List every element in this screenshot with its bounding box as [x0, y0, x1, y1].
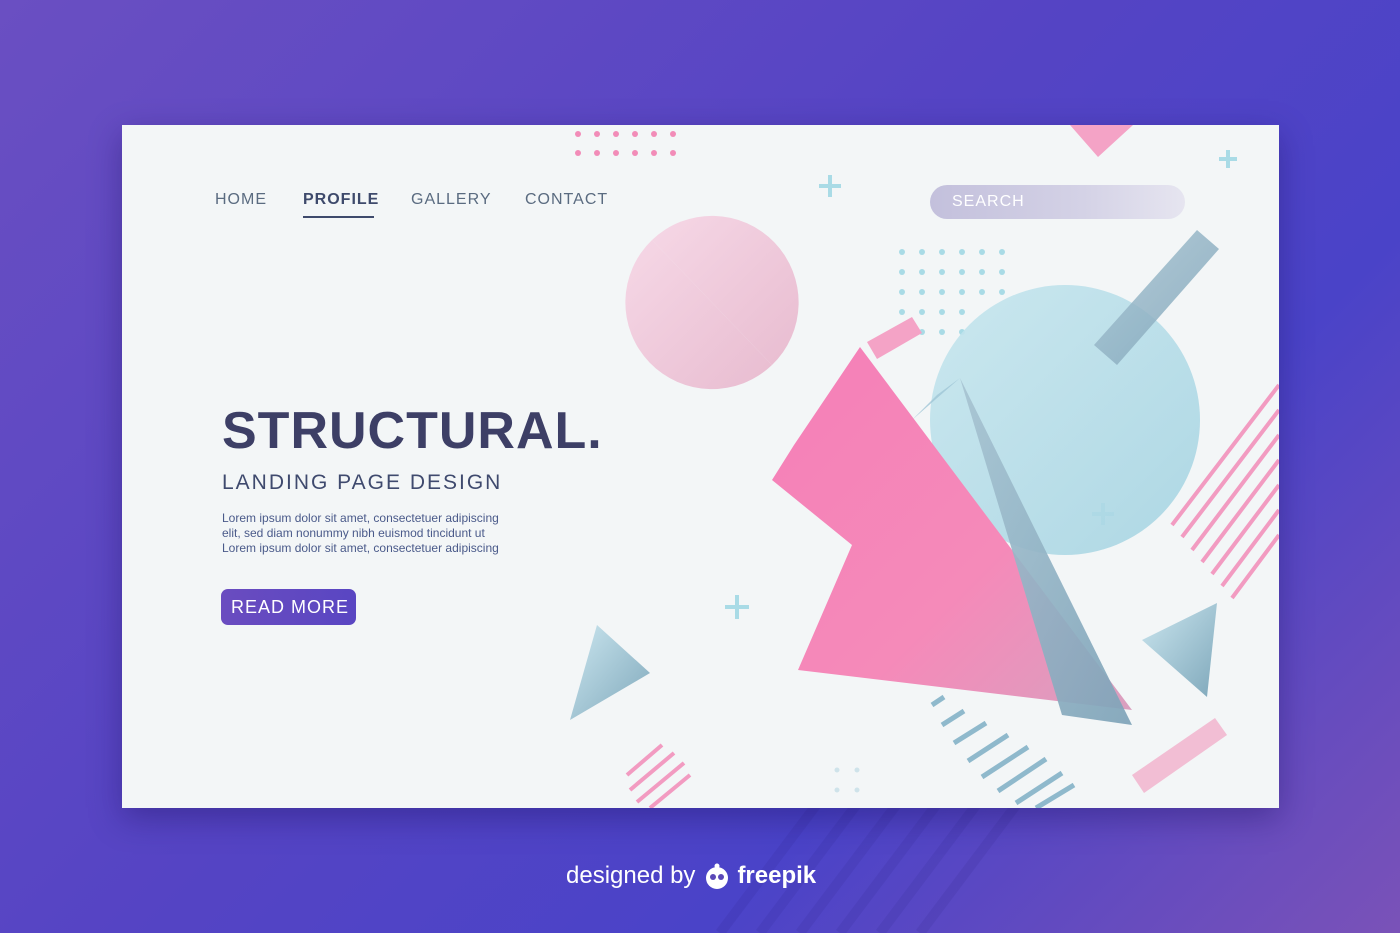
pink-triangle-top — [1070, 125, 1133, 157]
read-more-button[interactable]: READ MORE — [221, 589, 356, 625]
dot-grid-pink — [575, 131, 676, 156]
pink-stripes-bottom — [625, 743, 692, 808]
nav-contact[interactable]: CONTACT — [525, 191, 608, 209]
blue-stripes-bottom — [930, 694, 1076, 808]
freepik-logo-icon — [706, 863, 729, 889]
hero-title: STRUCTURAL. — [222, 402, 603, 460]
nav-gallery[interactable]: GALLERY — [411, 191, 492, 209]
nav-home[interactable]: HOME — [215, 191, 267, 209]
search-input[interactable]: SEARCH — [930, 185, 1185, 219]
hero-body-text: Lorem ipsum dolor sit amet, consectetuer… — [222, 511, 522, 556]
nav-active-underline — [303, 216, 374, 218]
blue-triangle-right — [1142, 603, 1217, 697]
body-line: elit, sed diam nonummy nibh euismod tinc… — [222, 526, 485, 540]
attribution-brand: freepik — [737, 862, 817, 889]
landing-card: HOME PROFILE GALLERY CONTACT SEARCH STRU… — [122, 125, 1279, 808]
attribution-prefix: designed by — [566, 862, 696, 889]
body-line: Lorem ipsum dolor sit amet, consectetuer… — [222, 541, 499, 555]
attribution: designed by freepik — [566, 862, 816, 890]
hero-subtitle: LANDING PAGE DESIGN — [222, 471, 503, 494]
pink-bar-bottom — [1132, 718, 1227, 793]
geometric-artwork — [570, 125, 1279, 808]
body-line: Lorem ipsum dolor sit amet, consectetuer… — [222, 511, 499, 525]
blue-triangle-left — [570, 625, 650, 720]
dot-grid-faint — [834, 767, 860, 793]
nav-profile[interactable]: PROFILE — [303, 191, 379, 209]
pink-bar-small — [867, 317, 922, 359]
